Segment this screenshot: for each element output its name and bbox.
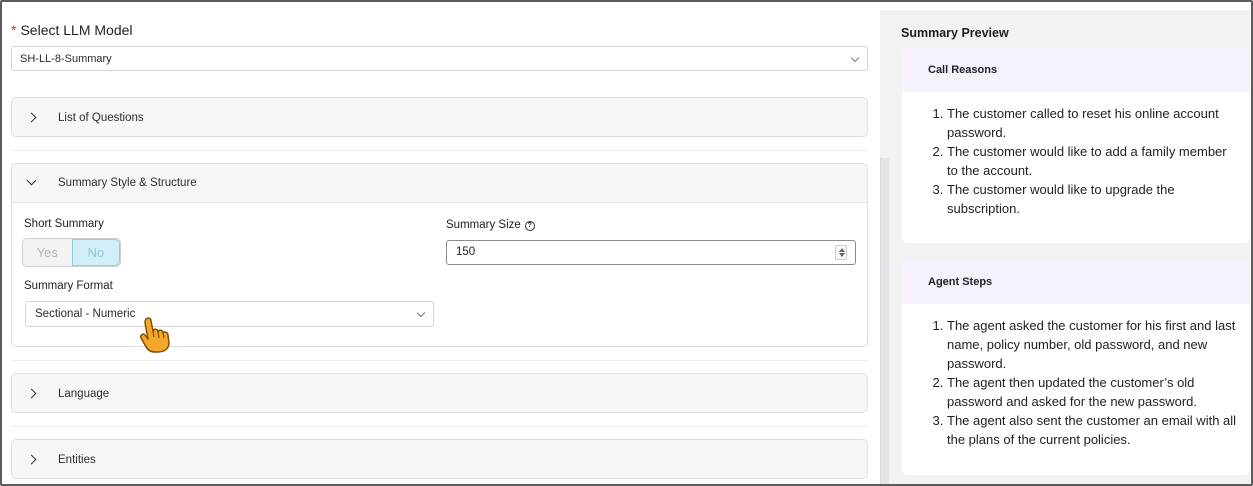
pointing-hand-icon xyxy=(140,317,170,353)
panel-title: Entities xyxy=(58,453,96,466)
settings-form: * Select LLM Model SH-LL-8-Summary List o… xyxy=(0,0,880,486)
short-summary-label: Short Summary xyxy=(24,218,104,230)
chevron-right-icon xyxy=(26,453,46,467)
panel-header-summary-style[interactable]: Summary Style & Structure xyxy=(12,164,867,203)
toggle-no[interactable]: No xyxy=(71,239,120,266)
panel-list-of-questions: List of Questions xyxy=(11,97,868,137)
list-item: The customer would like to upgrade the s… xyxy=(947,180,1238,218)
summary-format-label: Summary Format xyxy=(24,280,113,292)
llm-model-selected-value: SH-LL-8-Summary xyxy=(20,53,112,65)
summary-format-select[interactable]: Sectional - Numeric xyxy=(25,301,434,327)
list-item: The customer would like to add a family … xyxy=(947,142,1238,180)
panel-header-language[interactable]: Language xyxy=(12,374,867,412)
panel-header-list-of-questions[interactable]: List of Questions xyxy=(12,98,867,136)
panel-entities: Entities xyxy=(11,439,868,479)
card-heading: Call Reasons xyxy=(902,48,1250,92)
chevron-down-icon xyxy=(26,176,46,190)
preview-title: Summary Preview xyxy=(901,26,1009,40)
chevron-right-icon xyxy=(26,111,46,125)
divider xyxy=(11,426,868,427)
list-item: The agent then updated the customer’s ol… xyxy=(947,373,1238,411)
number-stepper-icon[interactable] xyxy=(835,245,847,260)
model-label-text: Select LLM Model xyxy=(20,22,133,38)
summary-size-input[interactable]: 150 xyxy=(446,240,856,265)
call-reasons-card: Call Reasons The customer called to rese… xyxy=(902,48,1250,243)
chevron-down-icon xyxy=(850,53,860,63)
panel-language: Language xyxy=(11,373,868,413)
panel-title: List of Questions xyxy=(58,111,144,124)
agent-steps-list: The agent asked the customer for his fir… xyxy=(902,304,1250,449)
summary-size-label: Summary Size? xyxy=(446,219,535,231)
summary-size-value: 150 xyxy=(456,246,476,258)
toggle-yes[interactable]: Yes xyxy=(23,239,72,266)
panel-title: Summary Style & Structure xyxy=(58,177,197,189)
chevron-right-icon xyxy=(26,387,46,401)
list-item: The agent asked the customer for his fir… xyxy=(947,316,1238,373)
summary-format-selected-value: Sectional - Numeric xyxy=(35,308,136,320)
divider xyxy=(11,360,868,361)
panel-title: Language xyxy=(58,387,110,400)
short-summary-toggle: Yes No xyxy=(22,238,121,267)
divider xyxy=(11,150,868,151)
panel-header-entities[interactable]: Entities xyxy=(12,440,867,478)
call-reasons-list: The customer called to reset his online … xyxy=(902,92,1250,218)
model-label: * Select LLM Model xyxy=(11,22,133,38)
list-item: The customer called to reset his online … xyxy=(947,104,1238,142)
agent-steps-card: Agent Steps The agent asked the customer… xyxy=(902,260,1250,475)
chevron-down-icon xyxy=(416,308,426,318)
card-heading: Agent Steps xyxy=(902,260,1250,304)
info-icon[interactable]: ? xyxy=(524,221,535,231)
summary-size-label-text: Summary Size xyxy=(446,219,521,231)
list-item: The agent also sent the customer an emai… xyxy=(947,411,1238,449)
scrollbar[interactable] xyxy=(880,158,889,486)
llm-model-select[interactable]: SH-LL-8-Summary xyxy=(11,46,868,71)
required-mark: * xyxy=(11,22,17,38)
